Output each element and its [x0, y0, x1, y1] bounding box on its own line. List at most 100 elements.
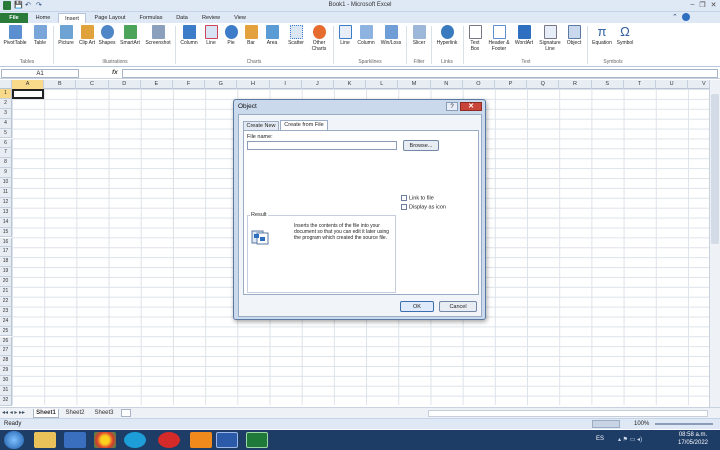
row-header[interactable]: 17 [0, 247, 12, 258]
restore-icon[interactable]: ❐ [698, 1, 707, 9]
row-header[interactable]: 16 [0, 237, 12, 248]
row-header[interactable]: 14 [0, 217, 12, 228]
row-header[interactable]: 7 [0, 148, 12, 159]
close-icon[interactable]: ✕ [709, 1, 718, 9]
view-buttons[interactable] [592, 420, 620, 428]
symbol-button[interactable]: Ω Symbol [615, 25, 635, 47]
area-chart-button[interactable]: Area [262, 25, 282, 46]
row-header[interactable]: 18 [0, 257, 12, 268]
tray-icons[interactable]: ▴ ⚑ ▭ ◂) [618, 436, 642, 443]
row-header[interactable]: 13 [0, 207, 12, 218]
opera-icon[interactable] [158, 432, 180, 448]
row-header[interactable]: 22 [0, 296, 12, 307]
slicer-button[interactable]: Slicer [409, 25, 429, 46]
pie-chart-button[interactable]: Pie [222, 25, 240, 46]
column-header[interactable]: T [624, 80, 656, 89]
picture-button[interactable]: Picture [56, 25, 76, 46]
wordart-button[interactable]: WordArt [512, 25, 536, 46]
row-header[interactable]: 28 [0, 356, 12, 367]
active-cell[interactable] [12, 89, 44, 99]
tab-formulas[interactable]: Formulas [134, 13, 168, 23]
column-header[interactable]: S [592, 80, 624, 89]
column-header[interactable]: H [237, 80, 270, 89]
column-header[interactable]: E [141, 80, 173, 89]
sheet-tab-2[interactable]: Sheet2 [62, 409, 88, 418]
row-header[interactable]: 23 [0, 306, 12, 317]
row-header[interactable]: 11 [0, 188, 12, 198]
hyperlink-button[interactable]: Hyperlink [433, 25, 461, 46]
column-header[interactable]: D [109, 80, 141, 89]
browse-button[interactable]: Browse... [403, 140, 439, 151]
cancel-button[interactable]: Cancel [439, 301, 477, 312]
smartart-button[interactable]: SmartArt [118, 25, 142, 46]
horizontal-scrollbar[interactable] [428, 410, 708, 417]
shapes-button[interactable]: Shapes [97, 25, 117, 46]
tab-file[interactable]: File [0, 13, 28, 23]
row-header[interactable]: 20 [0, 277, 12, 287]
object-button[interactable]: Object [564, 25, 584, 46]
sparkline-column-button[interactable]: Column [355, 25, 377, 46]
file-explorer-icon[interactable] [34, 432, 56, 448]
row-header[interactable]: 32 [0, 395, 12, 406]
row-header[interactable]: 8 [0, 158, 12, 169]
tab-home[interactable]: Home [30, 13, 56, 23]
header-footer-button[interactable]: Header & Footer [486, 25, 512, 52]
column-header[interactable]: R [559, 80, 592, 89]
row-header[interactable]: 19 [0, 267, 12, 278]
name-box[interactable]: A1 [1, 69, 79, 78]
sheet-nav-icon[interactable]: ◂◂ ◂ ▸ ▸▸ [2, 409, 25, 416]
sheet-tab-1[interactable]: Sheet1 [33, 409, 59, 418]
column-header[interactable]: M [398, 80, 431, 89]
signature-line-button[interactable]: Signature Line [537, 25, 563, 52]
row-header[interactable]: 15 [0, 227, 12, 238]
select-all-corner[interactable] [0, 80, 12, 89]
column-header[interactable]: B [44, 80, 77, 89]
row-header[interactable]: 21 [0, 287, 12, 297]
column-header[interactable]: K [334, 80, 367, 89]
row-header[interactable]: 2 [0, 98, 12, 109]
row-header[interactable]: 27 [0, 346, 12, 357]
row-header[interactable]: 12 [0, 197, 12, 208]
tab-data[interactable]: Data [170, 13, 194, 23]
column-header[interactable]: F [173, 80, 206, 89]
row-header[interactable]: 1 [0, 89, 12, 99]
column-header[interactable]: C [76, 80, 109, 89]
column-header[interactable]: P [495, 80, 528, 89]
ok-button[interactable]: OK [400, 301, 434, 312]
sparkline-line-button[interactable]: Line [336, 25, 354, 46]
column-chart-button[interactable]: Column [178, 25, 200, 46]
zoom-level[interactable]: 100% [634, 421, 649, 427]
column-header[interactable]: O [463, 80, 495, 89]
other-charts-button[interactable]: Other Charts [308, 25, 330, 52]
scroll-thumb[interactable] [711, 94, 719, 244]
file-name-input[interactable] [247, 141, 397, 150]
language-indicator[interactable]: ES [596, 436, 604, 442]
excel-taskbar-icon[interactable] [246, 432, 268, 448]
row-header[interactable]: 10 [0, 178, 12, 188]
equation-button[interactable]: π Equation [590, 25, 614, 47]
chrome-icon[interactable] [94, 432, 116, 448]
tab-insert[interactable]: Insert [58, 13, 86, 23]
zoom-slider[interactable] [655, 423, 713, 425]
tab-view[interactable]: View [228, 13, 252, 23]
link-to-file-checkbox[interactable]: Link to file [401, 195, 434, 201]
row-header[interactable]: 3 [0, 108, 12, 119]
column-header[interactable]: J [302, 80, 334, 89]
row-header[interactable]: 5 [0, 128, 12, 139]
display-as-icon-checkbox[interactable]: Display as icon [401, 204, 446, 210]
media-player-icon[interactable] [64, 432, 86, 448]
dialog-help-button[interactable]: ? [446, 102, 458, 111]
screenshot-button[interactable]: Screenshot [143, 25, 173, 46]
column-header[interactable]: G [205, 80, 238, 89]
bar-chart-button[interactable]: Bar [242, 25, 260, 46]
row-header[interactable]: 30 [0, 376, 12, 386]
tab-create-new[interactable]: Create New [243, 121, 279, 130]
column-header[interactable]: I [270, 80, 302, 89]
insert-function-icon[interactable]: fx [112, 69, 118, 76]
minimize-icon[interactable]: – [688, 1, 697, 9]
help-icon[interactable] [682, 13, 690, 21]
row-header[interactable]: 9 [0, 168, 12, 179]
tab-create-from-file[interactable]: Create from File [280, 120, 328, 130]
edge-icon[interactable] [124, 432, 146, 448]
sheet-tab-3[interactable]: Sheet3 [91, 409, 117, 418]
